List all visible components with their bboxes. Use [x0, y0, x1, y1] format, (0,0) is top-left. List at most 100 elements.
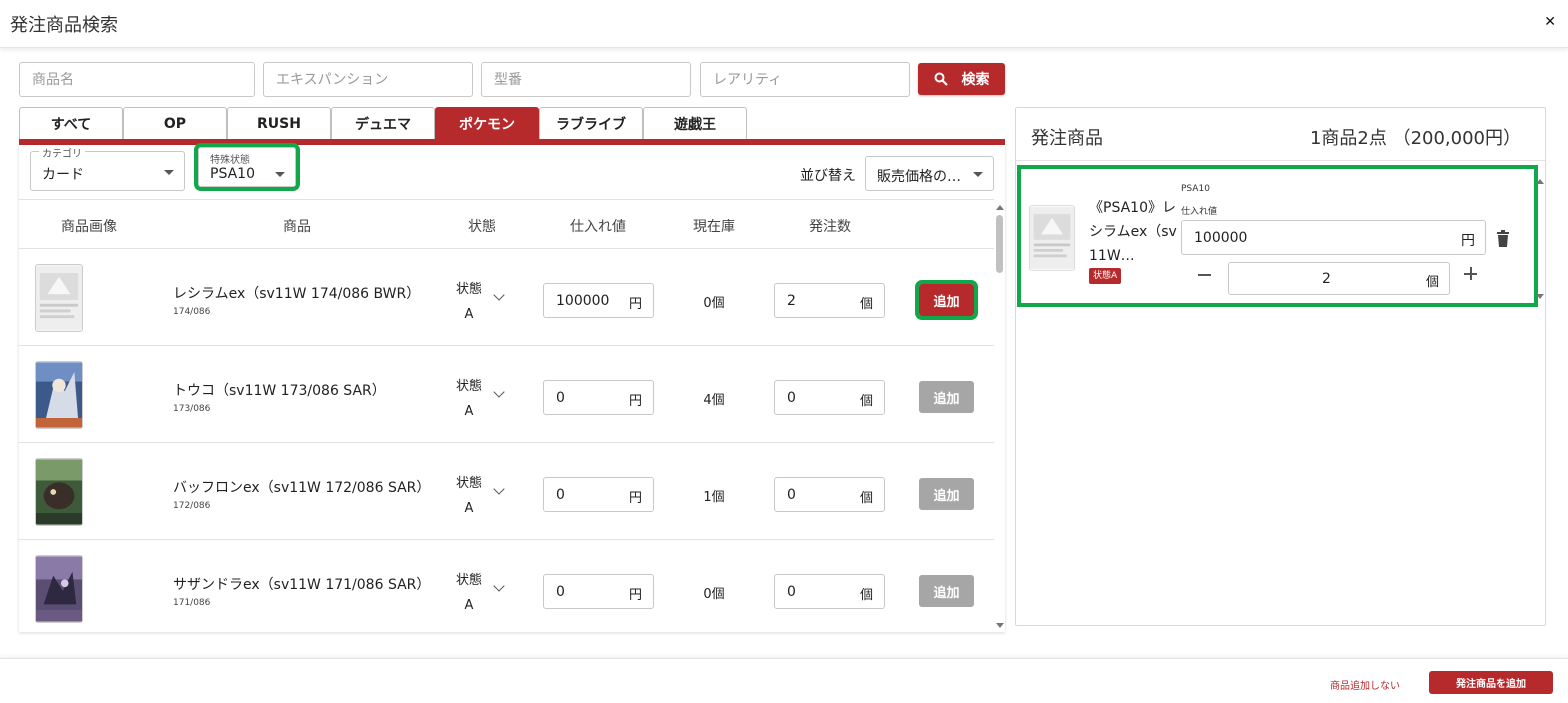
add-button[interactable]: 追加 [915, 280, 978, 320]
product-name: レシラムex（sv11W 174/086 BWR） [173, 286, 421, 302]
product-name-input[interactable] [19, 62, 255, 97]
category-select[interactable]: カテゴリ カード [30, 145, 185, 191]
special-condition-label: 特殊状態 [210, 155, 250, 166]
order-panel: 発注商品 1商品2点 （200,000円） 《PSA10》レシラムex（sv11… [1015, 107, 1546, 626]
model-number-input[interactable] [481, 62, 691, 97]
stock-count: 0個 [703, 587, 725, 602]
order-item-qty-value: 2 [1322, 271, 1331, 287]
table-row: レシラムex（sv11W 174/086 BWR） 174/086 状態 A 10… [19, 249, 994, 346]
tab-rush[interactable]: RUSH [227, 107, 331, 140]
cost-input[interactable]: 100000 円 [543, 283, 654, 318]
add-button[interactable]: 追加 [919, 575, 974, 607]
order-item-card: 《PSA10》レシラムex（sv11W… 状態A PSA10 仕入れ値 1000… [1017, 165, 1538, 307]
cost-input[interactable]: 0円 [543, 477, 654, 512]
table-row: バッフロンex（sv11W 172/086 SAR） 172/086 状態 A 0… [19, 443, 994, 540]
order-item-special: PSA10 [1181, 184, 1210, 194]
tab-duema[interactable]: デュエマ [331, 107, 435, 140]
add-button[interactable]: 追加 [919, 381, 974, 413]
tab-all[interactable]: すべて [19, 107, 123, 140]
no-add-button[interactable]: 商品追加しない [1330, 677, 1400, 692]
qty-value: 0 [787, 390, 796, 406]
increment-icon[interactable] [1463, 266, 1479, 282]
caret-down-icon [973, 172, 983, 177]
chevron-down-icon[interactable] [493, 483, 505, 495]
cost-value: 0 [556, 584, 565, 600]
table-header: 商品画像 商品 状態 仕入れ値 現在庫 発注数 [19, 199, 994, 249]
scroll-up-icon[interactable] [1536, 179, 1544, 184]
add-order-items-button[interactable]: 発注商品を追加 [1429, 671, 1553, 694]
window-title: 発注商品検索 [10, 15, 118, 36]
chevron-down-icon[interactable] [493, 386, 505, 398]
chevron-down-icon[interactable] [493, 289, 505, 301]
condition-select[interactable]: 状態 A [454, 374, 484, 424]
table-row: サザンドラex（sv11W 171/086 SAR） 171/086 状態 A 0… [19, 540, 994, 632]
sort-label: 並び替え [800, 168, 856, 184]
special-condition-select[interactable]: 特殊状態 PSA10 [194, 143, 300, 191]
qty-unit: 個 [859, 588, 873, 603]
sort-select[interactable]: 販売価格の… [865, 156, 994, 191]
order-item-cost-unit: 円 [1461, 233, 1475, 249]
tab-op[interactable]: OP [123, 107, 227, 140]
special-condition-value: PSA10 [210, 166, 255, 182]
close-icon[interactable]: ✕ [1544, 14, 1556, 30]
product-name: バッフロンex（sv11W 172/086 SAR） [173, 480, 431, 496]
scroll-up-icon[interactable] [996, 205, 1004, 210]
cost-input[interactable]: 0円 [543, 574, 654, 609]
tab-pokemon[interactable]: ポケモン [435, 107, 539, 140]
tab-lovelive[interactable]: ラブライブ [539, 107, 643, 140]
scrollbar-thumb[interactable] [996, 215, 1003, 273]
condition-label: 状態 [455, 476, 482, 491]
search-button[interactable]: 検索 [918, 63, 1005, 95]
sort-select-value: 販売価格の… [877, 169, 961, 185]
order-qty-input[interactable]: 2個 [774, 283, 885, 318]
order-qty-input[interactable]: 0個 [774, 574, 885, 609]
condition-value: A [464, 501, 474, 516]
add-button[interactable]: 追加 [919, 478, 974, 510]
table-row: トウコ（sv11W 173/086 SAR） 173/086 状態 A 0円 4個… [19, 346, 994, 443]
scroll-down-icon[interactable] [1536, 294, 1544, 299]
tab-yugioh[interactable]: 遊戯王 [643, 107, 747, 140]
order-item-cost-label: 仕入れ値 [1181, 207, 1218, 217]
condition-select[interactable]: 状態 A [454, 568, 484, 618]
rarity-input[interactable] [700, 62, 910, 97]
product-list-panel: カテゴリ カード 特殊状態 PSA10 並び替え 販売価格の… 商品画像 商品 … [19, 143, 1005, 632]
qty-value: 0 [787, 487, 796, 503]
expansion-input[interactable] [263, 62, 473, 97]
order-item-qty-input[interactable]: 2 個 [1228, 262, 1450, 295]
header-order-qty: 発注数 [809, 219, 851, 235]
condition-select[interactable]: 状態 A [454, 471, 484, 521]
order-item-name: 《PSA10》レシラムex（sv11W… [1089, 200, 1177, 264]
condition-value: A [464, 598, 474, 613]
decrement-icon[interactable] [1197, 267, 1213, 283]
cost-value: 100000 [556, 293, 610, 309]
order-item-cost-input[interactable]: 100000 円 [1181, 220, 1486, 255]
condition-select[interactable]: 状態 A [454, 277, 484, 327]
chevron-down-icon[interactable] [493, 580, 505, 592]
order-qty-input[interactable]: 0個 [774, 380, 885, 415]
stock-count: 4個 [703, 393, 725, 408]
cost-unit: 円 [628, 491, 642, 506]
cost-input[interactable]: 0円 [543, 380, 654, 415]
category-select-label: カテゴリ [39, 145, 85, 160]
header-condition: 状態 [468, 219, 496, 235]
header-image: 商品画像 [61, 219, 117, 235]
card-image [1029, 205, 1075, 271]
scroll-down-icon[interactable] [996, 623, 1004, 628]
qty-value: 0 [787, 584, 796, 600]
card-image [35, 361, 83, 429]
order-qty-input[interactable]: 0個 [774, 477, 885, 512]
order-panel-title: 発注商品 [1031, 128, 1103, 149]
order-summary: 1商品2点 （200,000円） [1309, 128, 1521, 149]
caret-down-icon [275, 172, 285, 177]
cost-value: 0 [556, 487, 565, 503]
product-number: 173/086 [173, 404, 211, 414]
search-icon [934, 72, 948, 86]
product-name: トウコ（sv11W 173/086 SAR） [173, 383, 386, 399]
header-cost: 仕入れ値 [570, 219, 626, 235]
list-scrollbar[interactable] [995, 205, 1005, 632]
order-item-cost-value: 100000 [1194, 230, 1248, 246]
cost-unit: 円 [628, 588, 642, 603]
trash-icon[interactable] [1496, 230, 1510, 247]
qty-unit: 個 [859, 297, 873, 312]
condition-label: 状態 [455, 282, 482, 297]
